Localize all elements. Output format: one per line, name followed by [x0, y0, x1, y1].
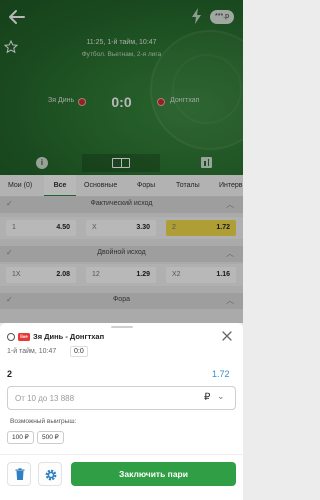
close-icon[interactable]	[222, 331, 232, 341]
gear-icon	[45, 469, 57, 481]
bet-outcome: 2	[7, 369, 13, 379]
bet-match-score: 0:0	[70, 346, 88, 357]
bet-slip-sheet: live Зя Динь - Донгтхап 1-й тайм, 10:47 …	[0, 323, 243, 500]
stake-amount-field[interactable]: ₽ ⌄	[7, 386, 236, 410]
bet-odd: 1.72	[212, 369, 230, 379]
ruble-icon[interactable]: ₽	[204, 392, 210, 403]
bet-slip-actions: Заключить пари	[0, 454, 243, 500]
clear-slip-button[interactable]	[7, 462, 31, 486]
drag-handle[interactable]	[111, 326, 133, 328]
quick-amount-100[interactable]: 100 ₽	[7, 431, 34, 444]
bet-match-period: 1-й тайм, 10:47	[7, 348, 57, 355]
bet-match-name: Зя Динь - Донгтхап	[33, 332, 105, 341]
stake-amount-input[interactable]	[15, 391, 195, 406]
modal-backdrop[interactable]	[0, 0, 243, 323]
live-badge: live	[18, 333, 30, 341]
quick-amount-500[interactable]: 500 ₽	[37, 431, 64, 444]
place-bet-button[interactable]: Заключить пари	[71, 462, 236, 486]
chevron-down-icon[interactable]: ⌄	[217, 391, 225, 402]
trash-icon	[15, 468, 25, 480]
possible-win-label: Возможный выигрыш:	[10, 418, 77, 425]
settings-button[interactable]	[38, 462, 62, 486]
football-icon	[7, 333, 15, 341]
